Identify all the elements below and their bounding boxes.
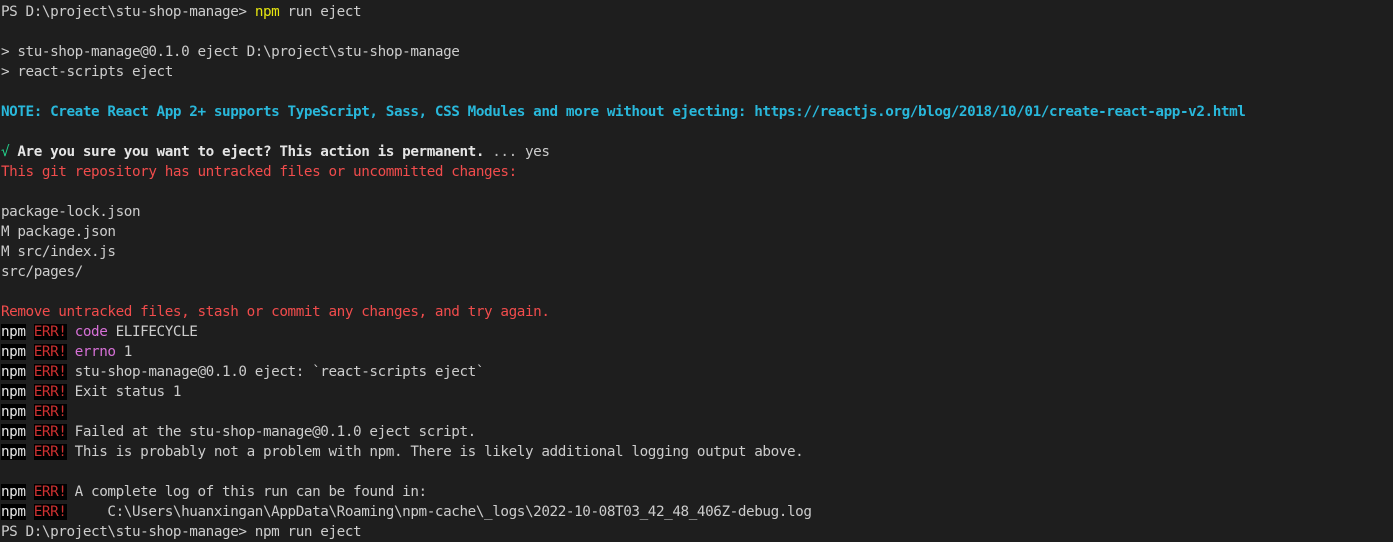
confirm-line: √ Are you sure you want to eject? This a…: [1, 142, 1393, 162]
err-label: ERR!: [33, 384, 67, 400]
npm-error-line: npm ERR! C:\Users\huanxingan\AppData\Roa…: [1, 502, 1393, 522]
confirm-question: Are you sure you want to eject? This act…: [17, 144, 485, 160]
file-list-item: M src/index.js: [1, 244, 116, 260]
npm-label: npm: [1, 484, 26, 500]
npm-error-line: npm ERR!: [1, 402, 1393, 422]
npm-error-line: npm ERR! Exit status 1: [1, 382, 1393, 402]
file-list-item: src/pages/: [1, 264, 83, 280]
npm-label: npm: [1, 424, 26, 440]
error-key: code: [74, 324, 108, 340]
npm-error-line: npm ERR! This is probably not a problem …: [1, 442, 1393, 462]
log-path: C:\Users\huanxingan\AppData\Roaming\npm-…: [66, 504, 812, 520]
err-label: ERR!: [33, 424, 67, 440]
err-label: ERR!: [33, 344, 67, 360]
error-message: Exit status 1: [66, 384, 182, 400]
err-label: ERR!: [33, 404, 67, 420]
err-label: ERR!: [33, 324, 67, 340]
command-args: run eject: [279, 4, 362, 20]
confirm-answer: yes: [525, 144, 550, 160]
npm-error-line: npm ERR! stu-shop-manage@0.1.0 eject: `r…: [1, 362, 1393, 382]
confirm-dots: ...: [484, 144, 525, 160]
error-key: errno: [74, 344, 116, 360]
note-line: NOTE: Create React App 2+ supports TypeS…: [1, 104, 1246, 120]
error-message: This is probably not a problem with npm.…: [66, 444, 804, 460]
check-icon: √: [1, 144, 10, 160]
ps-prompt: PS D:\project\stu-shop-manage>: [1, 4, 255, 20]
file-list-item: package-lock.json: [1, 204, 141, 220]
command-bin: npm: [254, 4, 280, 20]
npm-label: npm: [1, 324, 26, 340]
err-label: ERR!: [33, 504, 67, 520]
npm-label: npm: [1, 404, 26, 420]
prompt-line-partial: PS D:\project\stu-shop-manage> npm run e…: [1, 524, 362, 540]
script-header-line: > react-scripts eject: [1, 64, 173, 80]
file-list-item: M package.json: [1, 224, 116, 240]
err-label: ERR!: [33, 484, 67, 500]
remove-hint-line: Remove untracked files, stash or commit …: [1, 304, 550, 320]
npm-error-line: npm ERR! errno 1: [1, 342, 1393, 362]
npm-error-line: npm ERR! code ELIFECYCLE: [1, 322, 1393, 342]
npm-label: npm: [1, 364, 26, 380]
npm-label: npm: [1, 504, 26, 520]
terminal-output[interactable]: npm ERR! PS D:\project\stu-shop-manage> …: [1, 0, 1393, 540]
err-label: ERR!: [33, 444, 67, 460]
error-value: ELIFECYCLE: [107, 324, 198, 340]
npm-label: npm: [1, 444, 26, 460]
error-message: stu-shop-manage@0.1.0 eject: `react-scri…: [66, 364, 485, 380]
err-label: ERR!: [33, 364, 67, 380]
log-message: A complete log of this run can be found …: [66, 484, 427, 500]
npm-label: npm: [1, 344, 26, 360]
npm-error-line: npm ERR! A complete log of this run can …: [1, 482, 1393, 502]
npm-label: npm: [1, 384, 26, 400]
script-header-line: > stu-shop-manage@0.1.0 eject D:\project…: [1, 44, 460, 60]
git-warning-line: This git repository has untracked files …: [1, 164, 517, 180]
error-message: Failed at the stu-shop-manage@0.1.0 ejec…: [66, 424, 477, 440]
error-value: 1: [115, 344, 133, 360]
npm-error-line: npm ERR! Failed at the stu-shop-manage@0…: [1, 422, 1393, 442]
prompt-line: PS D:\project\stu-shop-manage> npm run e…: [1, 2, 1393, 22]
